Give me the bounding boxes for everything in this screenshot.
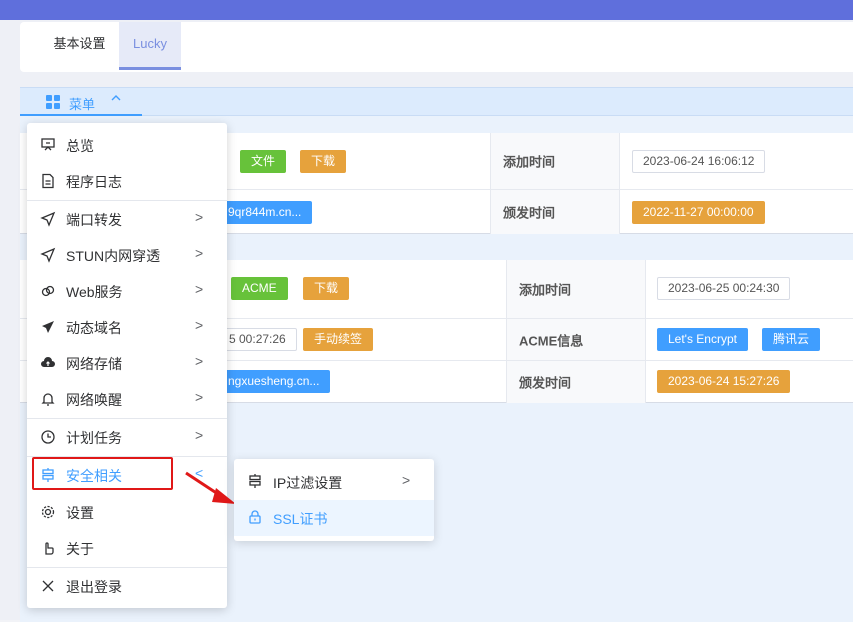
add-time-value: 2023-06-24 16:06:12	[632, 150, 766, 173]
menu-item-logs[interactable]: 程序日志	[27, 163, 227, 199]
issue-time-value: 2022-11-27 00:00:00	[632, 201, 765, 224]
add-time-value: 2023-06-25 00:24:30	[657, 277, 791, 300]
security-submenu: IP过滤设置 > SSL证书	[234, 459, 434, 541]
menu-trigger-label: 菜单	[69, 97, 96, 112]
menu-item-label: 网络存储	[66, 356, 122, 372]
submenu-item-ip-filter[interactable]: IP过滤设置 >	[234, 464, 434, 500]
menu-item-label: 关于	[66, 541, 94, 557]
menu-bar: 菜单	[20, 88, 853, 116]
menu-item-label: 网络唤醒	[66, 392, 122, 408]
menu-item-wol[interactable]: 网络唤醒 >	[27, 381, 227, 417]
acme-provider-tag: Let's Encrypt	[657, 328, 748, 351]
close-icon	[39, 578, 57, 596]
issue-time-label: 颁发时间	[506, 361, 646, 403]
time-value-partial: 5 00:27:26	[220, 328, 297, 351]
file-button[interactable]: 文件	[240, 150, 287, 173]
menu-item-label: 动态域名	[66, 320, 122, 336]
grid-icon	[46, 95, 60, 109]
chevron-right-icon: >	[195, 353, 204, 369]
document-icon	[39, 173, 57, 191]
acme-info-label: ACME信息	[506, 319, 646, 360]
chevron-right-icon: >	[195, 427, 204, 443]
download-button[interactable]: 下载	[300, 150, 347, 173]
submenu-item-label: SSL证书	[273, 511, 328, 527]
top-tabs: 基本设置 Lucky	[20, 22, 853, 72]
menu-item-label: 总览	[66, 138, 94, 154]
annotation-highlight-box	[32, 457, 173, 490]
menu-item-label: 设置	[66, 505, 94, 521]
chevron-right-icon: >	[195, 389, 204, 405]
menu-item-label: Web服务	[66, 284, 123, 300]
link-icon	[39, 283, 57, 301]
issue-time-label: 颁发时间	[490, 190, 620, 234]
top-header-bar	[0, 0, 853, 20]
bell-icon	[39, 391, 57, 409]
menu-item-about[interactable]: 关于	[27, 530, 227, 566]
domain-tag[interactable]: 9qr844m.cn...	[220, 201, 313, 224]
download-button[interactable]: 下载	[303, 277, 350, 300]
menu-item-label: STUN内网穿透	[66, 248, 161, 264]
submenu-item-label: IP过滤设置	[273, 475, 343, 491]
gear-icon	[39, 504, 57, 522]
menu-item-ddns[interactable]: 动态域名 >	[27, 309, 227, 345]
paper-plane-icon	[39, 319, 57, 337]
signpost-icon	[246, 473, 264, 491]
domain-tag[interactable]: ngxuesheng.cn...	[220, 370, 331, 393]
menu-item-label: 端口转发	[66, 212, 122, 228]
clock-icon	[39, 429, 57, 447]
menu-item-label: 程序日志	[66, 174, 122, 190]
menu-item-logout[interactable]: 退出登录	[27, 568, 227, 604]
menu-trigger-button[interactable]: 菜单	[20, 88, 142, 116]
chevron-right-icon: >	[402, 472, 411, 488]
cloud-upload-icon	[39, 355, 57, 373]
issue-time-value: 2023-06-24 15:27:26	[657, 370, 791, 393]
menu-item-label: 计划任务	[66, 430, 122, 446]
presentation-icon	[39, 137, 57, 155]
menu-item-web-service[interactable]: Web服务 >	[27, 273, 227, 309]
menu-item-port-forward[interactable]: 端口转发 >	[27, 201, 227, 237]
send-icon	[39, 211, 57, 229]
menu-item-storage[interactable]: 网络存储 >	[27, 345, 227, 381]
annotation-arrow-icon	[185, 471, 236, 504]
menu-item-schedule[interactable]: 计划任务 >	[27, 419, 227, 455]
main-dropdown-menu: 总览 程序日志 端口转发 > STUN内网穿透 > Web服务 > 动态域名 >…	[27, 123, 227, 608]
pointer-icon	[39, 540, 57, 558]
chevron-right-icon: >	[195, 281, 204, 297]
chevron-up-icon	[110, 92, 122, 107]
add-time-label: 添加时间	[506, 260, 646, 318]
submenu-item-ssl-cert[interactable]: SSL证书	[234, 500, 434, 536]
menu-item-label: 退出登录	[66, 579, 122, 595]
tab-lucky[interactable]: Lucky	[119, 22, 181, 70]
chevron-right-icon: >	[195, 317, 204, 333]
add-time-label: 添加时间	[490, 133, 620, 189]
lock-icon	[246, 509, 264, 527]
manual-renew-button[interactable]: 手动续签	[303, 328, 374, 351]
tab-basic-settings[interactable]: 基本设置	[42, 22, 117, 70]
acme-dns-tag: 腾讯云	[762, 328, 821, 351]
acme-button[interactable]: ACME	[231, 277, 288, 300]
send-icon	[39, 247, 57, 265]
menu-item-stun[interactable]: STUN内网穿透 >	[27, 237, 227, 273]
menu-item-overview[interactable]: 总览	[27, 127, 227, 163]
chevron-right-icon: >	[195, 209, 204, 225]
chevron-right-icon: >	[195, 245, 204, 261]
